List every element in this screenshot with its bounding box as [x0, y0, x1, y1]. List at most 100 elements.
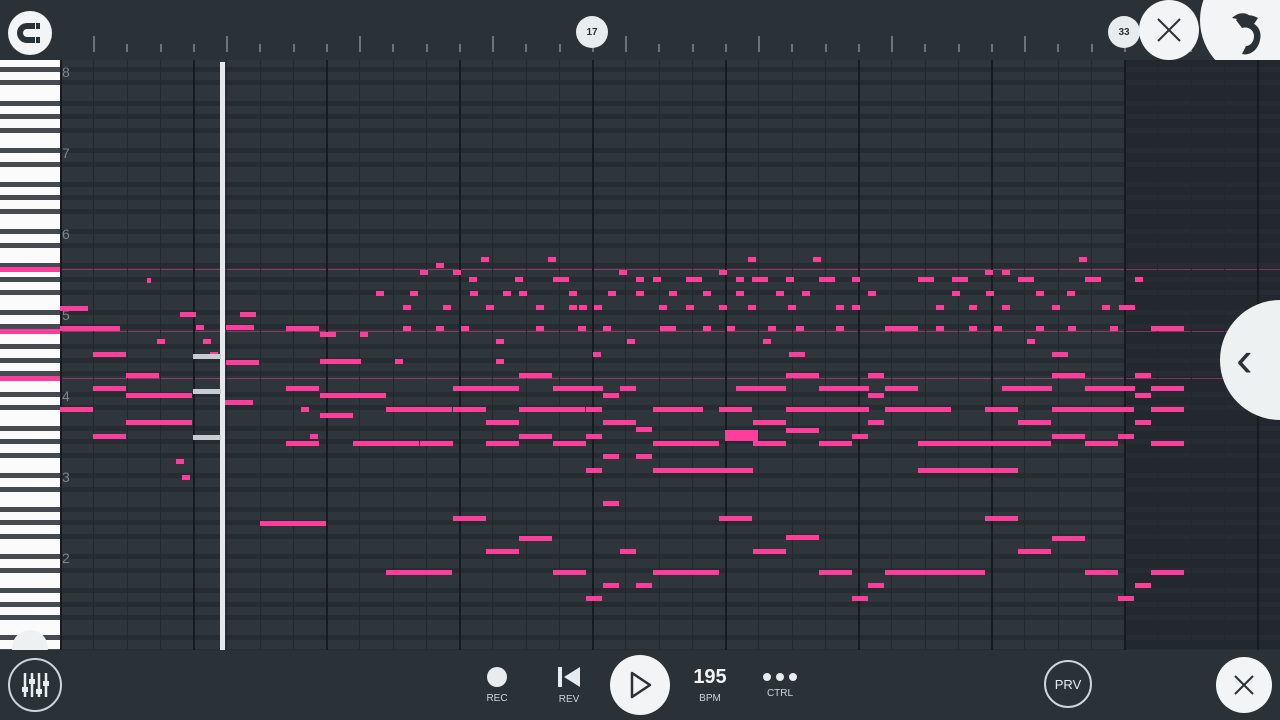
- midi-note[interactable]: [60, 306, 88, 311]
- piano-roll-grid[interactable]: 8765432: [60, 60, 1280, 650]
- midi-note[interactable]: [1002, 270, 1010, 275]
- piano-black-key[interactable]: [0, 242, 60, 248]
- midi-note[interactable]: [486, 386, 519, 391]
- midi-note[interactable]: [553, 386, 603, 391]
- mixer-sliders-icon[interactable]: [8, 658, 62, 712]
- midi-note[interactable]: [548, 257, 556, 262]
- midi-note[interactable]: [336, 359, 361, 364]
- midi-note[interactable]: [353, 441, 419, 446]
- midi-note[interactable]: [453, 516, 486, 521]
- midi-note[interactable]: [719, 516, 752, 521]
- piano-black-key[interactable]: [0, 161, 60, 167]
- piano-black-key[interactable]: [0, 601, 60, 607]
- midi-note[interactable]: [1151, 570, 1184, 575]
- midi-note[interactable]: [719, 305, 727, 310]
- midi-note[interactable]: [819, 441, 852, 446]
- midi-note[interactable]: [436, 326, 444, 331]
- midi-note[interactable]: [1052, 536, 1085, 541]
- midi-note[interactable]: [1067, 291, 1075, 296]
- midi-note[interactable]: [1052, 352, 1068, 357]
- piano-black-key[interactable]: [0, 533, 60, 539]
- midi-note[interactable]: [868, 373, 884, 378]
- midi-note[interactable]: [1052, 434, 1085, 439]
- piano-black-key[interactable]: [0, 486, 60, 492]
- midi-note[interactable]: [653, 407, 703, 412]
- midi-note[interactable]: [852, 407, 868, 412]
- midi-note[interactable]: [410, 291, 418, 296]
- midi-note[interactable]: [1027, 339, 1035, 344]
- midi-note[interactable]: [852, 434, 868, 439]
- midi-note[interactable]: [686, 277, 702, 282]
- midi-note[interactable]: [240, 312, 256, 317]
- piano-black-key[interactable]: [0, 148, 60, 153]
- midi-note[interactable]: [1118, 407, 1134, 412]
- midi-note[interactable]: [802, 291, 810, 296]
- midi-note[interactable]: [1036, 291, 1044, 296]
- midi-note[interactable]: [1151, 441, 1184, 446]
- midi-note[interactable]: [226, 360, 259, 365]
- midi-note[interactable]: [788, 305, 796, 310]
- midi-note[interactable]: [594, 305, 602, 310]
- midi-note[interactable]: [486, 441, 519, 446]
- midi-note[interactable]: [753, 441, 786, 446]
- midi-note[interactable]: [636, 291, 644, 296]
- piano-black-key[interactable]: [0, 114, 60, 120]
- midi-note[interactable]: [620, 549, 636, 554]
- midi-note[interactable]: [868, 291, 876, 296]
- piano-black-key[interactable]: [0, 520, 60, 526]
- piano-black-key[interactable]: [0, 290, 60, 296]
- midi-note[interactable]: [620, 386, 636, 391]
- ctrl-button[interactable]: CTRL: [758, 650, 802, 720]
- midi-note[interactable]: [376, 291, 384, 296]
- midi-note[interactable]: [885, 570, 985, 575]
- midi-note[interactable]: [320, 332, 336, 337]
- midi-note[interactable]: [453, 407, 486, 412]
- midi-note[interactable]: [776, 291, 784, 296]
- midi-note[interactable]: [819, 386, 869, 391]
- midi-note[interactable]: [1002, 305, 1010, 310]
- midi-note[interactable]: [1135, 373, 1151, 378]
- midi-note[interactable]: [226, 325, 254, 330]
- midi-note[interactable]: [936, 305, 944, 310]
- midi-note[interactable]: [1085, 570, 1118, 575]
- midi-note[interactable]: [386, 407, 452, 412]
- rec-button[interactable]: REC: [477, 650, 517, 720]
- midi-note[interactable]: [836, 326, 844, 331]
- piano-black-key[interactable]: [0, 80, 60, 86]
- midi-note[interactable]: [603, 393, 619, 398]
- midi-note[interactable]: [360, 332, 368, 337]
- midi-note[interactable]: [186, 312, 194, 317]
- midi-note[interactable]: [1036, 326, 1044, 331]
- midi-note[interactable]: [579, 305, 587, 310]
- midi-note[interactable]: [885, 386, 918, 391]
- midi-note[interactable]: [736, 277, 744, 282]
- piano-black-key[interactable]: [0, 452, 60, 458]
- midi-note[interactable]: [569, 305, 577, 310]
- midi-note[interactable]: [686, 305, 694, 310]
- midi-note[interactable]: [636, 583, 652, 588]
- midi-note[interactable]: [1135, 583, 1151, 588]
- midi-note[interactable]: [586, 468, 602, 473]
- midi-note[interactable]: [659, 305, 667, 310]
- midi-note[interactable]: [653, 570, 719, 575]
- midi-note[interactable]: [1118, 434, 1134, 439]
- midi-note[interactable]: [1002, 386, 1052, 391]
- midi-note[interactable]: [719, 407, 752, 412]
- midi-note[interactable]: [653, 441, 719, 446]
- midi-note[interactable]: [636, 454, 652, 459]
- midi-note[interactable]: [985, 516, 1018, 521]
- midi-note[interactable]: [786, 373, 819, 378]
- piano-black-key[interactable]: [0, 310, 60, 316]
- midi-note[interactable]: [286, 326, 319, 331]
- midi-note[interactable]: [519, 536, 552, 541]
- midi-note[interactable]: [515, 277, 523, 282]
- midi-note[interactable]: [819, 570, 852, 575]
- midi-note[interactable]: [836, 305, 844, 310]
- midi-note[interactable]: [868, 583, 884, 588]
- midi-note[interactable]: [748, 305, 756, 310]
- midi-note[interactable]: [1052, 305, 1060, 310]
- midi-note[interactable]: [619, 270, 627, 275]
- midi-note[interactable]: [669, 291, 677, 296]
- midi-note[interactable]: [443, 305, 451, 310]
- midi-note[interactable]: [403, 326, 411, 331]
